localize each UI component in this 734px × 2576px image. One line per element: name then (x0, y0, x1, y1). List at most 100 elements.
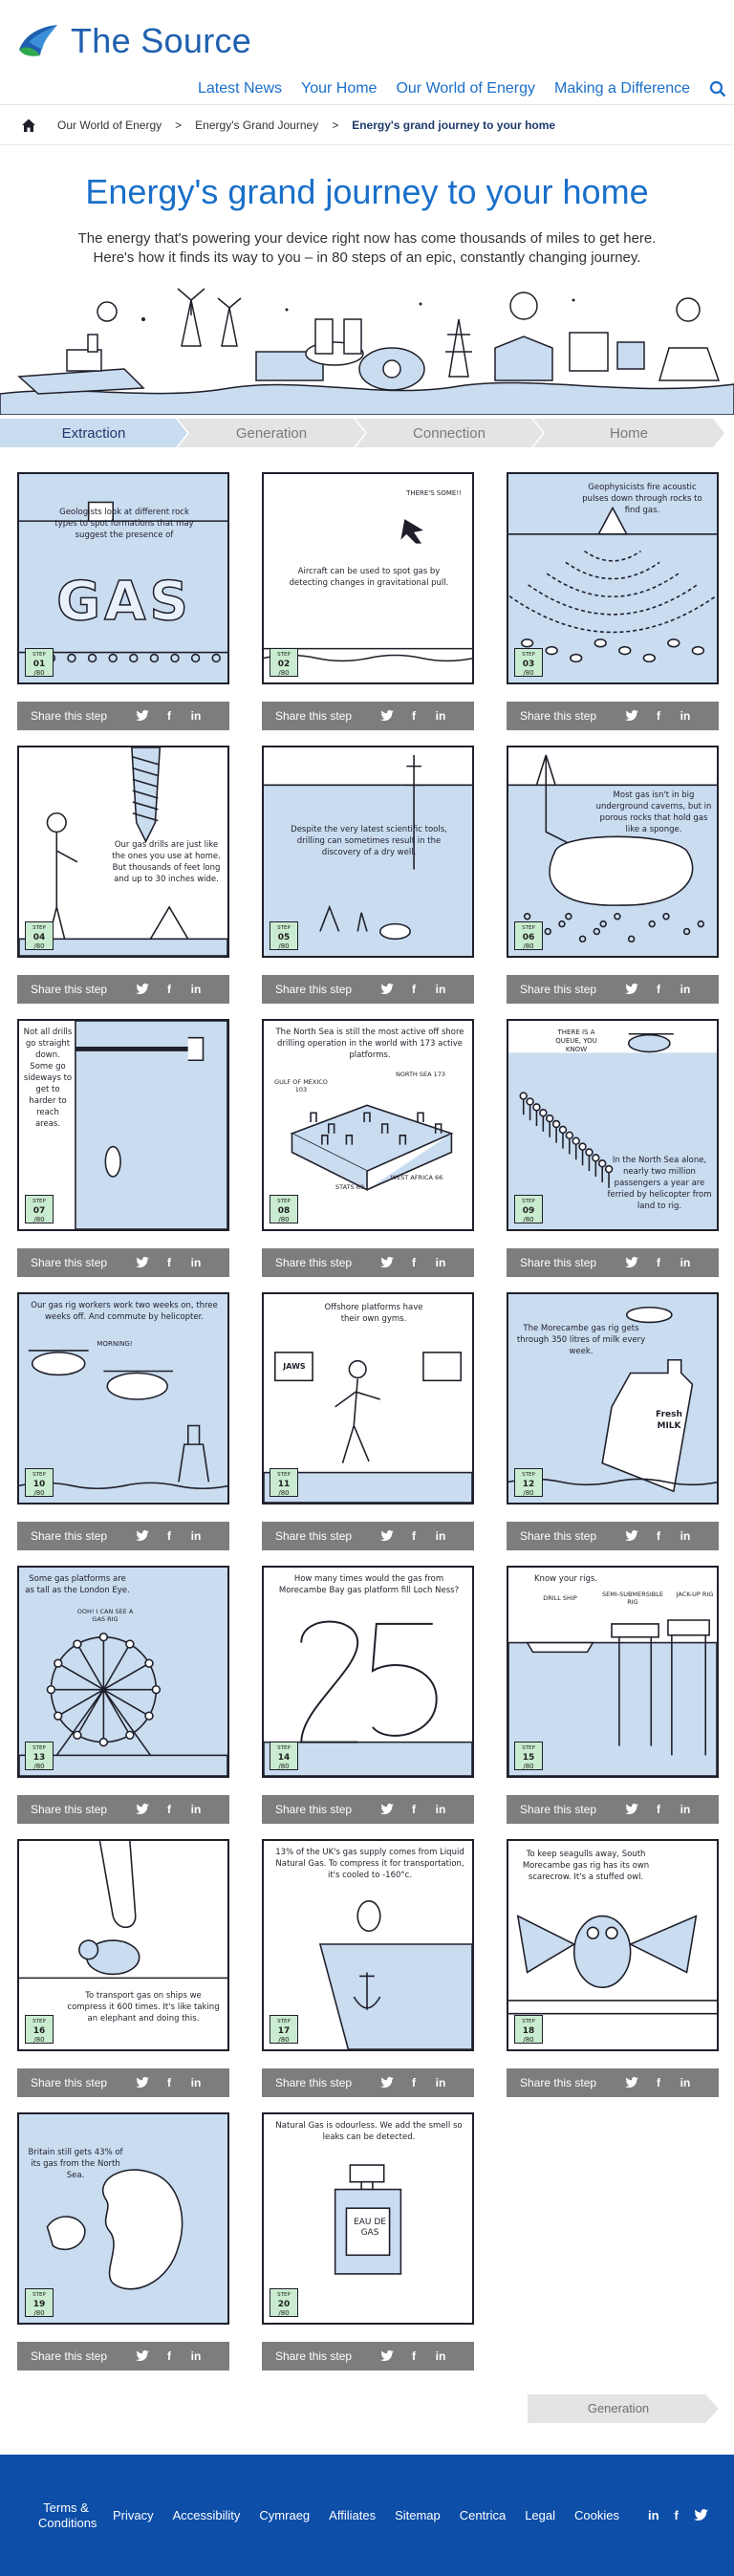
facebook-icon[interactable]: f (162, 709, 176, 723)
twitter-icon[interactable] (380, 709, 394, 723)
twitter-icon[interactable] (625, 1256, 638, 1269)
step-caption: Aircraft can be used to spot gas by dete… (289, 567, 449, 588)
nav-our-world-of-energy[interactable]: Our World of Energy (396, 80, 535, 97)
twitter-icon[interactable] (380, 983, 394, 996)
site-logo[interactable]: The Source (15, 21, 251, 61)
twitter-icon[interactable] (380, 1256, 394, 1269)
facebook-icon[interactable]: f (162, 2349, 176, 2363)
facebook-icon[interactable]: f (162, 2076, 176, 2089)
next-stage-button[interactable]: Generation (528, 2394, 719, 2423)
share-label: Share this step (520, 1529, 597, 1543)
stage-tab-generation[interactable]: Generation (178, 419, 365, 447)
facebook-icon[interactable]: f (407, 983, 421, 996)
twitter-icon[interactable] (136, 2349, 149, 2363)
linkedin-icon[interactable]: in (189, 1803, 203, 1816)
breadcrumb-energys-grand-journey[interactable]: Energy's Grand Journey (195, 119, 318, 132)
step-illustration: Despite the very latest scientific tools… (262, 746, 474, 958)
home-icon[interactable] (21, 118, 36, 133)
footer-link-accessibility[interactable]: Accessibility (173, 2508, 241, 2523)
facebook-icon[interactable]: f (652, 1256, 665, 1269)
linkedin-icon[interactable]: in (679, 1803, 692, 1816)
facebook-icon[interactable]: f (652, 983, 665, 996)
twitter-icon[interactable] (625, 1529, 638, 1543)
step-illustration: In the North Sea alone, nearly two milli… (507, 1019, 719, 1231)
step-caption: To keep seagulls away, South Morecambe g… (522, 1850, 650, 1882)
linkedin-icon[interactable]: in (189, 983, 203, 996)
step-illustration: Geophysicists fire acoustic pulses down … (507, 472, 719, 684)
linkedin-icon[interactable]: in (189, 2349, 203, 2363)
twitter-icon[interactable] (136, 1256, 149, 1269)
footer-link-terms[interactable]: Terms & Conditions (38, 2500, 97, 2531)
linkedin-icon[interactable]: in (679, 709, 692, 723)
twitter-icon[interactable] (625, 2076, 638, 2089)
twitter-icon[interactable] (625, 983, 638, 996)
linkedin-icon[interactable]: in (189, 709, 203, 723)
stage-tab-connection[interactable]: Connection (356, 419, 543, 447)
linkedin-icon[interactable]: in (189, 1256, 203, 1269)
stage-tab-extraction[interactable]: Extraction (0, 419, 187, 447)
twitter-icon[interactable] (380, 1803, 394, 1816)
footer-link-cookies[interactable]: Cookies (574, 2508, 619, 2523)
nav-your-home[interactable]: Your Home (301, 80, 377, 97)
linkedin-icon[interactable]: in (434, 1803, 447, 1816)
twitter-icon[interactable] (625, 709, 638, 723)
facebook-icon[interactable]: f (162, 1529, 176, 1543)
linkedin-icon[interactable]: in (648, 2508, 659, 2522)
twitter-icon[interactable] (693, 2509, 708, 2522)
twitter-icon[interactable] (136, 709, 149, 723)
twitter-icon[interactable] (625, 1803, 638, 1816)
twitter-icon[interactable] (380, 2349, 394, 2363)
linkedin-icon[interactable]: in (434, 709, 447, 723)
nav-making-a-difference[interactable]: Making a Difference (554, 80, 690, 97)
step-illustration: The Morecambe gas rig gets through 350 l… (507, 1292, 719, 1504)
facebook-icon[interactable]: f (407, 709, 421, 723)
share-label: Share this step (520, 1803, 597, 1816)
footer-link-sitemap[interactable]: Sitemap (395, 2508, 441, 2523)
step-caption: Despite the very latest scientific tools… (291, 825, 447, 857)
twitter-icon[interactable] (136, 983, 149, 996)
facebook-icon[interactable]: f (407, 1529, 421, 1543)
linkedin-icon[interactable]: in (434, 1256, 447, 1269)
linkedin-icon[interactable]: in (679, 1529, 692, 1543)
twitter-icon[interactable] (136, 1803, 149, 1816)
footer-link-centrica[interactable]: Centrica (460, 2508, 506, 2523)
facebook-icon[interactable]: f (162, 1803, 176, 1816)
linkedin-icon[interactable]: in (189, 2076, 203, 2089)
footer-link-legal[interactable]: Legal (525, 2508, 555, 2523)
facebook-icon[interactable]: f (652, 1529, 665, 1543)
footer-link-privacy[interactable]: Privacy (113, 2508, 154, 2523)
twitter-icon[interactable] (136, 2076, 149, 2089)
facebook-icon[interactable]: f (652, 709, 665, 723)
nav-latest-news[interactable]: Latest News (198, 80, 282, 97)
linkedin-icon[interactable]: in (679, 1256, 692, 1269)
linkedin-icon[interactable]: in (434, 2349, 447, 2363)
facebook-icon[interactable]: f (162, 983, 176, 996)
facebook-icon[interactable]: f (407, 1256, 421, 1269)
twitter-icon[interactable] (380, 2076, 394, 2089)
linkedin-icon[interactable]: in (189, 1529, 203, 1543)
facebook-icon[interactable]: f (652, 2076, 665, 2089)
facebook-icon[interactable]: f (407, 1803, 421, 1816)
twitter-icon[interactable] (136, 1529, 149, 1543)
footer-link-affiliates[interactable]: Affiliates (329, 2508, 376, 2523)
search-icon[interactable] (709, 80, 726, 97)
step-number-badge: STEP 18/80 (514, 2015, 543, 2044)
linkedin-icon[interactable]: in (679, 983, 692, 996)
breadcrumb-our-world-of-energy[interactable]: Our World of Energy (57, 119, 162, 132)
facebook-icon[interactable]: f (407, 2076, 421, 2089)
step-badge-number: 09 (522, 1206, 535, 1216)
facebook-icon[interactable]: f (652, 1803, 665, 1816)
twitter-icon[interactable] (380, 1529, 394, 1543)
linkedin-icon[interactable]: in (434, 1529, 447, 1543)
step-badge-total: /80 (523, 2036, 534, 2044)
linkedin-icon[interactable]: in (434, 983, 447, 996)
step-illustration: 13% of the UK's gas supply comes from Li… (262, 1839, 474, 2051)
step-card: Our gas drills are just like the ones yo… (17, 746, 229, 1004)
facebook-icon[interactable]: f (162, 1256, 176, 1269)
facebook-icon[interactable]: f (407, 2349, 421, 2363)
linkedin-icon[interactable]: in (679, 2076, 692, 2089)
facebook-icon[interactable]: f (675, 2508, 679, 2522)
stage-tab-home[interactable]: Home (533, 419, 724, 447)
footer-link-cymraeg[interactable]: Cymraeg (259, 2508, 310, 2523)
linkedin-icon[interactable]: in (434, 2076, 447, 2089)
